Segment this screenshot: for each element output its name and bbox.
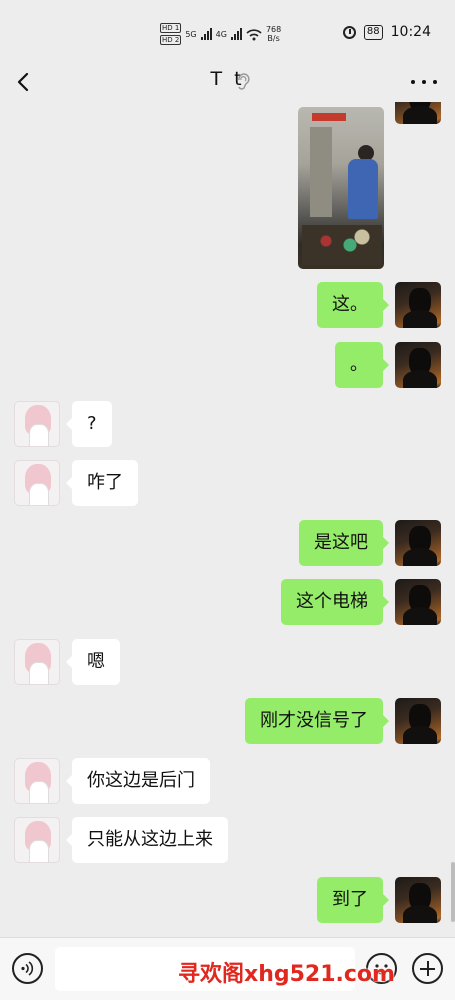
message-bubble[interactable]: 只能从这边上来	[66, 817, 228, 863]
status-bar: HD 1 HD 2 5G 4G 768 B/s 88 10:24	[0, 0, 455, 62]
battery-icon: 88	[363, 24, 383, 40]
net-speed-unit: B/s	[267, 34, 280, 43]
message-bubble[interactable]: 这。	[317, 282, 389, 328]
net-speed-value: 768	[265, 25, 282, 34]
status-time: 10:24	[390, 24, 431, 40]
chat-title: T t	[210, 68, 245, 90]
my-avatar[interactable]	[395, 698, 441, 744]
photo-message[interactable]	[298, 107, 384, 269]
net-speed: 768 B/s	[266, 25, 281, 43]
hd1-badge: HD 1	[160, 23, 182, 33]
status-bar-right: 88 10:24	[342, 24, 431, 40]
voice-icon	[21, 961, 34, 976]
signal-icon-2	[230, 28, 242, 40]
input-bar: 寻欢阁xhg521.com	[0, 937, 455, 1000]
my-avatar[interactable]	[395, 282, 441, 328]
scrollbar[interactable]	[451, 862, 455, 922]
chat-header: T t	[0, 62, 455, 102]
contact-avatar[interactable]	[14, 401, 60, 447]
voice-button[interactable]	[12, 953, 43, 984]
more-icon	[411, 80, 415, 84]
watermark: 寻欢阁xhg521.com	[178, 962, 395, 987]
more-icon-dot	[422, 80, 426, 84]
contact-avatar[interactable]	[14, 639, 60, 685]
message-bubble[interactable]: 。	[335, 342, 389, 388]
plus-button[interactable]	[412, 953, 443, 984]
my-avatar[interactable]	[395, 102, 441, 124]
message-bubble[interactable]: 是这吧	[299, 520, 389, 566]
photo-elevator-door	[310, 127, 332, 217]
message-bubble[interactable]: 咋了	[66, 460, 138, 506]
message-bubble[interactable]: ?	[66, 401, 112, 447]
my-avatar[interactable]	[395, 579, 441, 625]
wifi-icon	[246, 29, 262, 41]
signal-icon	[200, 28, 212, 40]
alarm-icon	[342, 25, 356, 39]
my-avatar[interactable]	[395, 342, 441, 388]
net2-label: 4G	[215, 29, 227, 39]
contact-avatar[interactable]	[14, 817, 60, 863]
my-avatar[interactable]	[395, 520, 441, 566]
my-avatar[interactable]	[395, 877, 441, 923]
message-bubble[interactable]: 嗯	[66, 639, 120, 685]
contact-avatar[interactable]	[14, 758, 60, 804]
photo-sign	[312, 113, 346, 121]
message-bubble[interactable]: 刚才没信号了	[245, 698, 389, 744]
more-icon-dot	[433, 80, 437, 84]
contact-avatar[interactable]	[14, 460, 60, 506]
hd2-badge: HD 2	[160, 35, 182, 45]
message-bubble[interactable]: 这个电梯	[281, 579, 389, 625]
photo-debris	[302, 225, 382, 265]
status-bar-network: HD 1 HD 2 5G 4G 768 B/s	[160, 20, 281, 48]
more-button[interactable]	[411, 72, 437, 92]
photo-person	[348, 159, 378, 219]
message-bubble[interactable]: 到了	[317, 877, 389, 923]
net1-label: 5G	[185, 29, 197, 39]
message-bubble[interactable]: 你这边是后门	[66, 758, 210, 804]
chat-area[interactable]: 这。 。 ? 咋了 是这吧 这个电梯 嗯 刚才没信号了 你这边是后门 只能从这边…	[0, 102, 455, 937]
ear-icon	[238, 73, 250, 90]
